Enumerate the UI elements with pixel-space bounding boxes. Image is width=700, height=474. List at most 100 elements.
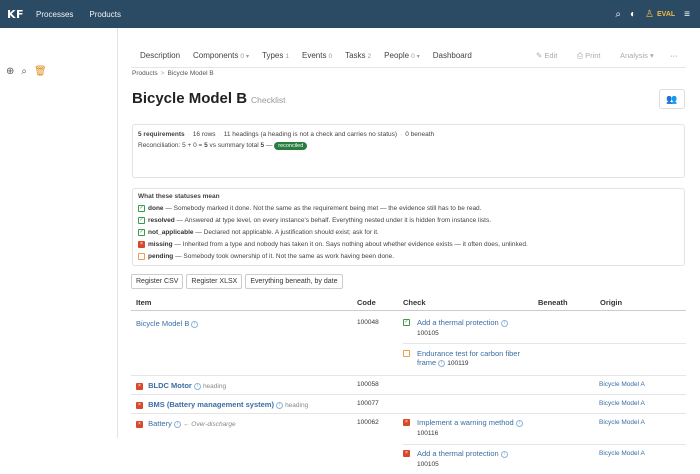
tab-bar: Description Components 0 ▾ Types 1 Events 0 … <box>131 51 686 68</box>
item-link[interactable]: BLDC Motor <box>148 381 192 390</box>
tab-components[interactable]: Components 0 ▾ <box>193 51 249 67</box>
breadcrumb-separator: > <box>160 70 165 77</box>
origin-link[interactable]: Bicycle Model A <box>599 400 645 407</box>
origin-link[interactable]: Bicycle Model A <box>599 419 645 426</box>
info-icon[interactable]: i <box>500 450 508 458</box>
item-link[interactable]: Battery <box>148 419 172 428</box>
info-icon[interactable]: i <box>515 419 523 427</box>
item-link[interactable]: Bicycle Model Bi <box>136 319 199 328</box>
status-missing: × missing — Inherited from a type and nob… <box>138 239 679 251</box>
tab-types[interactable]: Types 1 <box>262 51 289 67</box>
col-code[interactable]: Code <box>357 298 376 307</box>
row-divider <box>403 444 686 445</box>
menu-icon[interactable]: ≡ <box>684 9 690 20</box>
beneath-count: 0 beneath <box>405 131 435 138</box>
not-applicable-icon: ✓ <box>138 228 145 236</box>
missing-icon: × <box>136 420 143 428</box>
sidebar: ⊕ ⌕ 🗑 <box>0 28 118 438</box>
add-circle-icon[interactable]: ⊕ <box>6 66 14 77</box>
item-code: 100062 <box>357 419 379 426</box>
info-icon[interactable]: i <box>191 320 199 328</box>
tab-people[interactable]: People 0 ▾ <box>384 51 420 67</box>
tab-count: 1 <box>285 53 289 60</box>
item-link[interactable]: BMS (Battery management system) <box>148 400 274 409</box>
search-icon[interactable]: ⌕ <box>615 9 621 20</box>
check-code: 100105 <box>417 461 439 468</box>
search-icon[interactable]: ⌕ <box>21 66 27 77</box>
edit-icon: ✎ <box>536 51 543 60</box>
missing-icon: × <box>136 382 143 390</box>
breadcrumb-current: Bicycle Model B <box>167 70 214 77</box>
register-xlsx-button[interactable]: Register XLSX <box>186 274 243 289</box>
breadcrumb: Products > Bicycle Model B <box>132 70 214 77</box>
app-logo[interactable]: KF <box>7 8 24 21</box>
more-button[interactable]: ··· <box>670 51 678 60</box>
col-check[interactable]: Check <box>403 298 426 307</box>
check-link[interactable]: Add a thermal protection <box>417 318 499 327</box>
chevron-down-icon: ▾ <box>246 54 250 60</box>
print-label: Print <box>585 51 601 60</box>
tab-label: People <box>384 51 410 60</box>
table-row: × Battery i ← Over-discharge 100062 × Impl… <box>131 414 686 474</box>
tab-label: Description <box>140 51 181 60</box>
info-icon[interactable]: i <box>438 359 446 367</box>
tab-count: 2 <box>367 53 372 60</box>
check-link[interactable]: Endurance test for carbon fiber frame <box>417 349 520 367</box>
table-row: × BLDC Motor i heading 100058 Bicycle Mod… <box>131 376 686 395</box>
nav-processes[interactable]: Processes <box>36 10 73 19</box>
register-csv-button[interactable]: Register CSV <box>131 274 184 289</box>
check-resolved-icon: ✓ <box>138 216 145 224</box>
col-beneath[interactable]: Beneath <box>538 298 568 307</box>
user-icon[interactable]: ♙ <box>645 9 654 20</box>
origin-link[interactable]: Bicycle Model A <box>599 381 645 388</box>
item-cell: × BLDC Motor i heading <box>136 381 226 390</box>
reconciliation-prefix: Reconciliation: 5 + 0 = <box>138 142 205 149</box>
reconciliation-mid: vs summary total <box>207 142 261 149</box>
edit-button[interactable]: ✎ Edit <box>536 51 557 60</box>
tab-label: Components <box>193 51 239 60</box>
col-origin[interactable]: Origin <box>600 298 622 307</box>
relation-note: ← Over-discharge <box>182 421 236 428</box>
check-link[interactable]: Implement a warning method <box>417 418 514 427</box>
info-icon[interactable]: i <box>500 319 508 327</box>
user-name[interactable]: EVAL <box>657 11 675 18</box>
tab-count: 0 <box>328 53 333 60</box>
origin-link[interactable]: Bicycle Model A <box>599 450 645 457</box>
missing-icon: × <box>136 401 143 409</box>
tab-label: Dashboard <box>432 51 472 60</box>
chevron-down-icon: ▾ <box>650 51 654 60</box>
status-done: ✓ done — Somebody marked it done. Not the… <box>138 204 482 212</box>
check-item: × Add a thermal protection i 100105 <box>403 449 539 468</box>
everything-beneath-button[interactable]: Everything beneath, by date <box>245 274 343 289</box>
page-subtitle: Checklist <box>251 95 286 105</box>
check-link[interactable]: Add a thermal protection <box>417 449 499 458</box>
people-button[interactable]: 👥 <box>659 89 685 109</box>
dark-mode-icon[interactable]: ◐ <box>630 9 636 20</box>
check-item: ✓ Add a thermal protection i 100105 <box>403 318 539 337</box>
tab-description[interactable]: Description <box>140 51 180 67</box>
analysis-dropdown[interactable]: Analysis ▾ <box>620 51 654 60</box>
status-legend-heading: What these statuses mean <box>138 193 220 200</box>
check-done-icon: ✓ <box>403 319 410 326</box>
export-buttons: Register CSV Register XLSX Everything be… <box>131 274 343 289</box>
print-button[interactable]: ⎙ Print <box>577 51 601 61</box>
col-item[interactable]: Item <box>136 298 151 307</box>
check-item: Endurance test for carbon fiber frame i 1… <box>403 349 539 367</box>
tab-label: Events <box>301 51 327 60</box>
status-pending: pending — Somebody took ownership of it.… <box>138 251 679 263</box>
page-title-text: Bicycle Model B <box>132 90 248 107</box>
breadcrumb-products[interactable]: Products <box>132 70 158 77</box>
analysis-label: Analysis <box>620 51 648 60</box>
nav-products[interactable]: Products <box>89 10 121 19</box>
info-icon[interactable]: i <box>275 401 283 409</box>
people-icon: 👥 <box>666 93 678 104</box>
info-icon[interactable]: i <box>173 420 181 428</box>
table-row: × BMS (Battery management system) i headi… <box>131 395 686 414</box>
tab-tasks[interactable]: Tasks 2 <box>345 51 371 67</box>
trash-icon[interactable]: 🗑 <box>34 66 47 77</box>
info-icon[interactable]: i <box>193 382 201 390</box>
tab-events[interactable]: Events 0 <box>302 51 332 67</box>
tab-dashboard[interactable]: Dashboard <box>433 51 472 67</box>
check-code: 100119 <box>447 360 469 367</box>
status-resolved: ✓ resolved — Answered at type level, on e… <box>138 216 492 224</box>
